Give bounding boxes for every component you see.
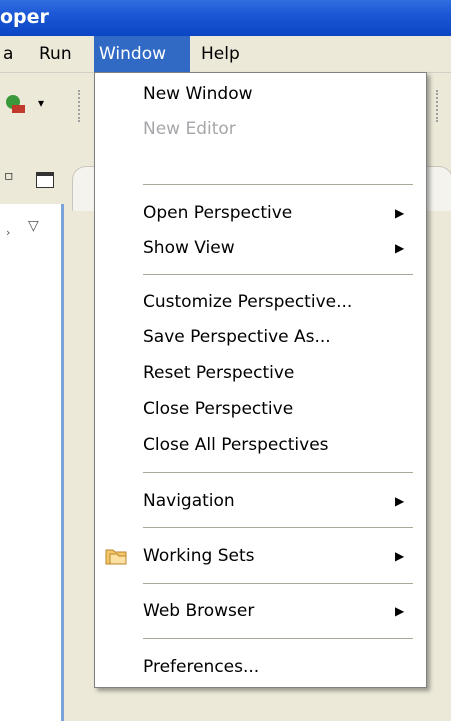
triangle-right-icon: ▶: [395, 206, 405, 220]
menu-separator: [143, 472, 413, 473]
folder-working-sets-icon: [105, 549, 127, 565]
menu-item-label: Close Perspective: [143, 399, 294, 419]
menu-item-working-sets[interactable]: Working Sets ▶: [95, 540, 426, 573]
menu-item-label: Close All Perspectives: [143, 435, 329, 455]
menu-bar: a Run Window Help: [0, 36, 451, 73]
run-tool-icon[interactable]: [4, 94, 26, 114]
menu-item-new-window[interactable]: New Window: [95, 78, 426, 111]
menu-separator: [143, 274, 413, 275]
window-title: oper: [0, 6, 49, 28]
menu-separator: [143, 527, 413, 528]
menu-item-preferences[interactable]: Preferences...: [95, 651, 426, 684]
menu-item-navigation[interactable]: Navigation ▶: [95, 485, 426, 518]
menu-item-save-perspective-as[interactable]: Save Perspective As...: [95, 321, 426, 354]
menu-item-label: Navigation: [143, 491, 235, 511]
menu-separator: [143, 184, 413, 185]
menu-item-label: Save Perspective As...: [143, 327, 331, 347]
menu-item-close-all-perspectives[interactable]: Close All Perspectives: [95, 429, 426, 462]
menu-item-customize-perspective[interactable]: Customize Perspective...: [95, 286, 426, 319]
left-view-content: [0, 204, 64, 721]
menu-item-close-perspective[interactable]: Close Perspective: [95, 393, 426, 426]
tree-toggle-icon[interactable]: ›: [6, 226, 10, 239]
menu-item-open-perspective[interactable]: Open Perspective ▶: [95, 197, 426, 230]
menu-item-reset-perspective[interactable]: Reset Perspective: [95, 357, 426, 390]
minimize-icon[interactable]: ▫: [4, 168, 14, 184]
maximize-icon[interactable]: [36, 172, 54, 188]
run-tool-dropdown-icon[interactable]: ▾: [38, 96, 44, 110]
menu-item-partial[interactable]: a: [0, 36, 18, 72]
menu-item-new-editor: New Editor: [95, 113, 426, 146]
menu-help[interactable]: Help: [196, 36, 245, 72]
menu-item-label: Show View: [143, 238, 235, 258]
menu-item-label: Preferences...: [143, 657, 260, 677]
menu-item-label: Reset Perspective: [143, 363, 295, 383]
menu-item-label: Web Browser: [143, 601, 255, 621]
menu-item-web-browser[interactable]: Web Browser ▶: [95, 595, 426, 628]
menu-separator: [143, 583, 413, 584]
menu-separator: [143, 638, 413, 639]
title-bar: oper: [0, 0, 451, 36]
triangle-right-icon: ▶: [395, 241, 405, 255]
menu-item-label: Open Perspective: [143, 203, 293, 223]
menu-item-label: New Window: [143, 84, 253, 104]
chevron-down-icon[interactable]: ▽: [28, 218, 39, 234]
triangle-right-icon: ▶: [395, 494, 405, 508]
menu-item-label: Working Sets: [143, 546, 255, 566]
menu-window[interactable]: Window: [94, 36, 190, 72]
menu-item-show-view[interactable]: Show View ▶: [95, 232, 426, 265]
toolbar-grip[interactable]: [436, 90, 441, 122]
toolbar-grip[interactable]: [78, 90, 83, 122]
triangle-right-icon: ▶: [395, 549, 405, 563]
menu-item-label: New Editor: [143, 119, 236, 139]
window-menu-dropdown: New Window New Editor Open Perspective ▶…: [94, 72, 427, 688]
menu-item-label: Customize Perspective...: [143, 292, 353, 312]
menu-run[interactable]: Run: [34, 36, 77, 72]
triangle-right-icon: ▶: [395, 604, 405, 618]
